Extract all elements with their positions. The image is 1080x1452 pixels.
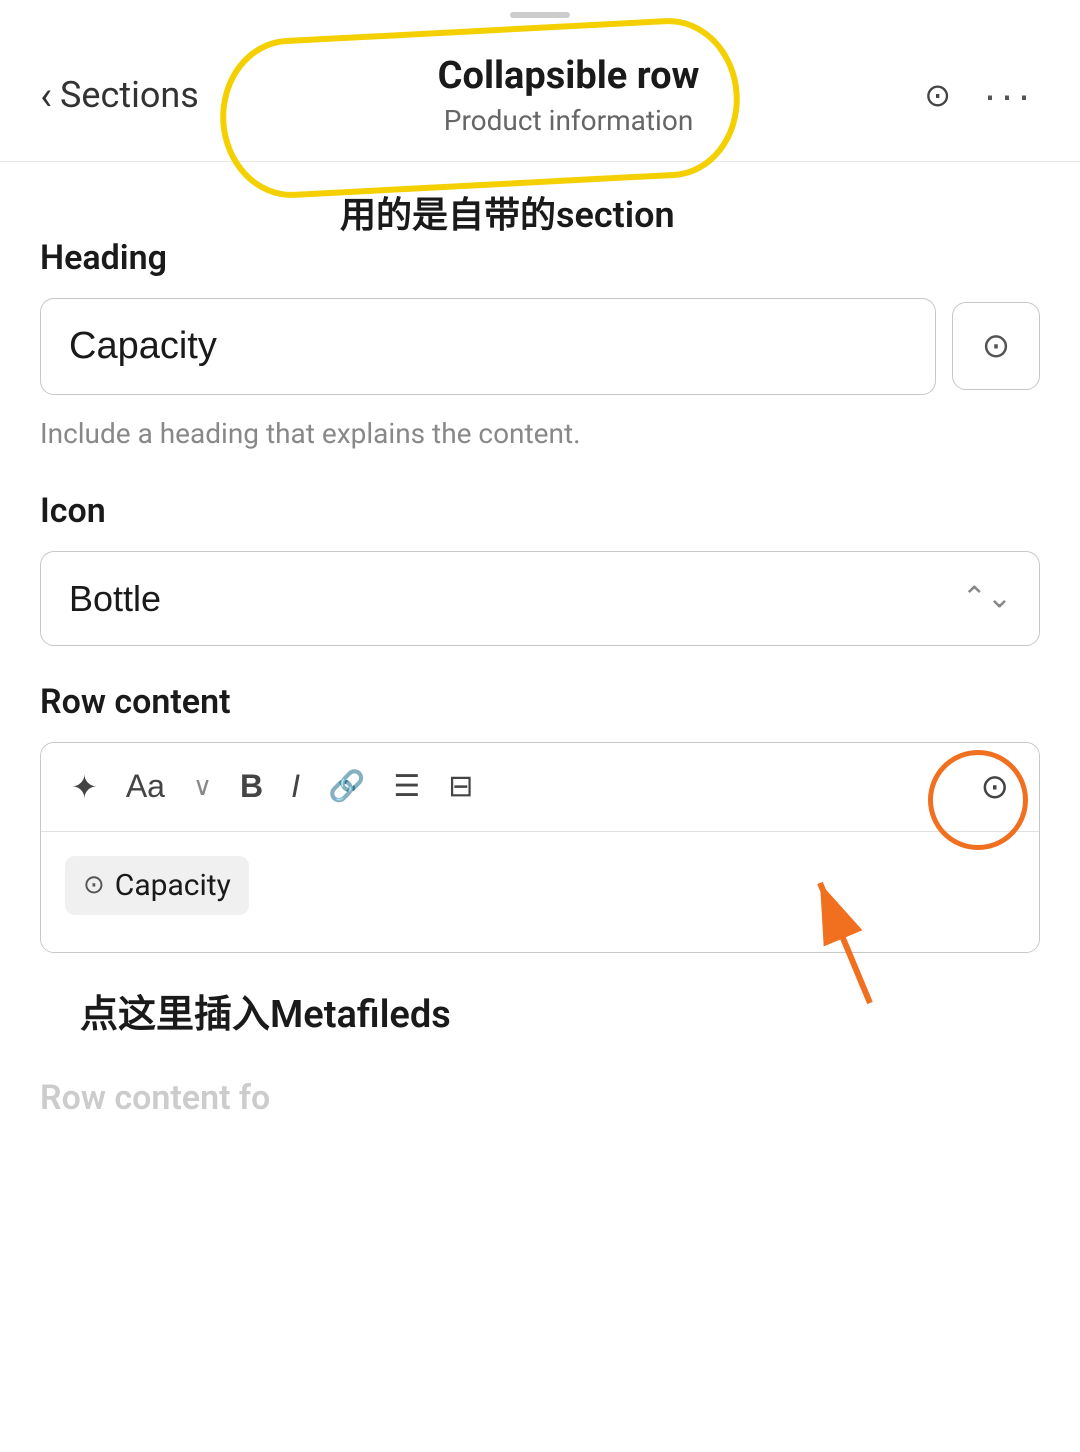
sparkle-button[interactable]: ✦: [65, 764, 104, 810]
italic-button[interactable]: I: [285, 764, 306, 809]
header-actions: ⊙ ···: [918, 67, 1040, 123]
header-db-button[interactable]: ⊙: [918, 72, 957, 118]
editor-db-button[interactable]: ⊙: [975, 763, 1016, 811]
numbered-list-button[interactable]: ⊟: [442, 765, 479, 808]
editor-annotation-wrapper: ✦ Aa ∨ B I 🔗 ☰: [40, 742, 1040, 953]
bold-icon: B: [240, 768, 263, 805]
bold-button[interactable]: B: [234, 764, 269, 809]
heading-db-button[interactable]: ⊙: [952, 302, 1040, 390]
metafield-chip-icon: ⊙: [83, 870, 105, 900]
header-main-title: Collapsible row: [219, 54, 918, 100]
sparkle-icon: ✦: [71, 768, 98, 806]
font-icon: Aa: [126, 768, 165, 805]
heading-input[interactable]: [40, 298, 936, 395]
row-content-editor: ✦ Aa ∨ B I 🔗 ☰: [40, 742, 1040, 953]
editor-body[interactable]: ⊙ Capacity: [41, 832, 1039, 952]
editor-toolbar: ✦ Aa ∨ B I 🔗 ☰: [41, 743, 1039, 832]
header-more-button[interactable]: ···: [977, 67, 1040, 123]
heading-input-row: ⊙: [40, 298, 1040, 395]
header-sub-title: Product information: [219, 104, 918, 137]
icon-select-container: Bottle Box Tag Star Heart ⌃⌄: [40, 551, 1040, 646]
main-content: Heading ⊙ Include a heading that explain…: [0, 162, 1080, 1038]
icon-label: Icon: [40, 491, 1040, 531]
font-button[interactable]: Aa: [120, 764, 171, 809]
bullet-list-button[interactable]: ☰: [387, 765, 426, 808]
back-label: Sections: [60, 74, 199, 116]
numbered-list-icon: ⊟: [448, 769, 473, 804]
link-icon: 🔗: [328, 769, 365, 804]
editor-db-icon: ⊙: [981, 767, 1010, 807]
bottom-section-label: Row content fo: [40, 1078, 1040, 1118]
db-icon: ⊙: [982, 326, 1011, 366]
font-caret-button[interactable]: ∨: [187, 767, 218, 806]
header-title-block: Collapsible row Product information: [219, 54, 918, 137]
heading-label: Heading: [40, 238, 1040, 278]
heading-helper-text: Include a heading that explains the cont…: [40, 413, 1040, 455]
header: ‹ Sections Collapsible row Product infor…: [0, 18, 1080, 162]
icon-select[interactable]: Bottle Box Tag Star Heart: [40, 551, 1040, 646]
back-icon: ‹: [40, 72, 52, 119]
orange-annotation-text: 点这里插入Metafileds: [40, 983, 1040, 1038]
italic-icon: I: [291, 768, 300, 805]
row-content-label: Row content: [40, 682, 1040, 722]
font-caret-icon: ∨: [193, 771, 212, 802]
metafield-chip-label: Capacity: [115, 868, 231, 903]
metafield-chip: ⊙ Capacity: [65, 856, 249, 915]
back-button[interactable]: ‹ Sections: [40, 72, 199, 119]
link-button[interactable]: 🔗: [322, 765, 371, 808]
bullet-list-icon: ☰: [393, 769, 420, 804]
bottom-section-partial: Row content fo: [0, 1078, 1080, 1118]
